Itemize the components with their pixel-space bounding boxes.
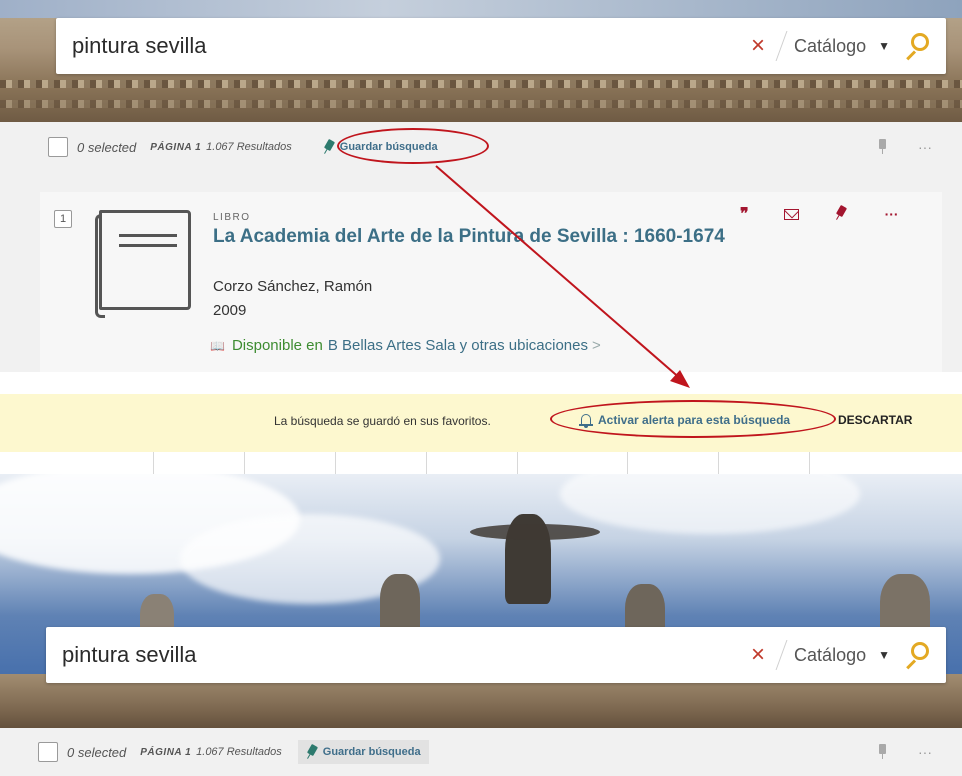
screenshot-composite: pintura sevilla × Catálogo ▼ 0 selected … <box>0 0 962 776</box>
annotation-arrow <box>435 165 690 388</box>
